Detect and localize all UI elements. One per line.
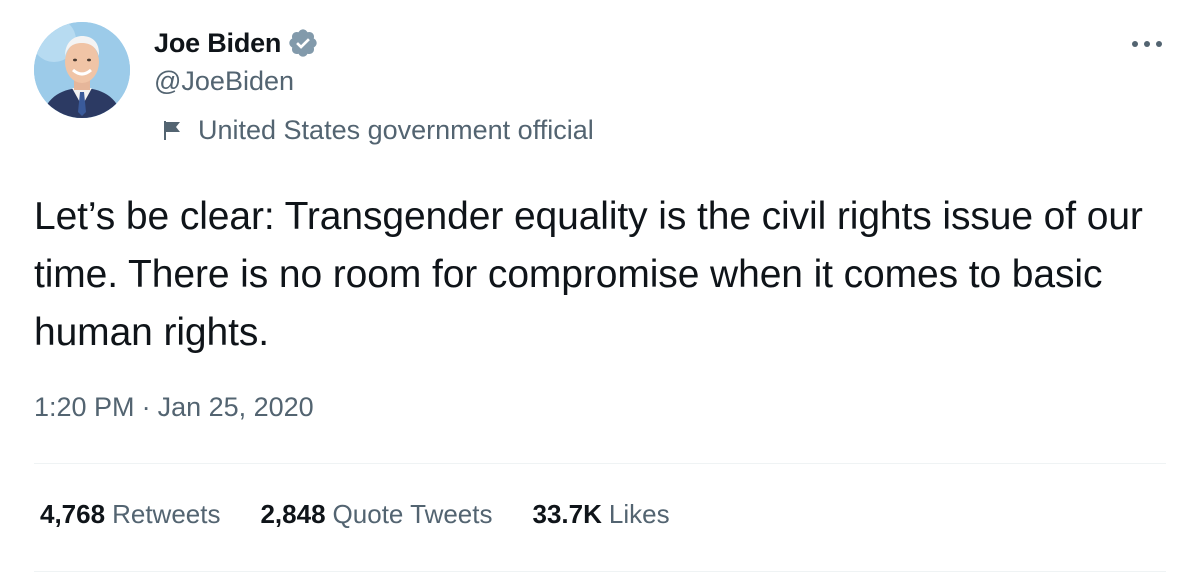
affiliation-label-text: United States government official — [198, 114, 594, 145]
tweet-time[interactable]: 1:20 PM — [34, 392, 135, 423]
tweet-date[interactable]: Jan 25, 2020 — [158, 392, 314, 423]
more-options-button[interactable] — [1122, 26, 1172, 62]
avatar[interactable] — [34, 22, 130, 118]
tweet-text: Let’s be clear: Transgender equality is … — [34, 195, 1143, 354]
divider-top — [34, 463, 1166, 464]
affiliation-label[interactable]: United States government official — [160, 114, 594, 146]
retweets-stat[interactable]: 4,768 Retweets — [40, 499, 220, 530]
retweets-count: 4,768 — [40, 499, 106, 529]
author-handle[interactable]: @JoeBiden — [154, 66, 294, 97]
more-horizontal-icon — [1132, 41, 1162, 47]
likes-count: 33.7K — [532, 499, 602, 529]
flag-icon — [160, 118, 184, 142]
engagement-stats: 4,768 Retweets 2,848 Quote Tweets 33.7K … — [40, 499, 710, 530]
tweet-card: Joe Biden @JoeBiden United States govern… — [0, 0, 1202, 578]
likes-stat[interactable]: 33.7K Likes — [533, 499, 670, 530]
quote-tweets-count: 2,848 — [260, 499, 326, 529]
quote-tweets-label: Quote Tweets — [332, 499, 493, 529]
retweets-label: Retweets — [112, 499, 221, 529]
quote-tweets-stat[interactable]: 2,848 Quote Tweets — [260, 499, 492, 530]
author-display-name[interactable]: Joe Biden — [154, 28, 281, 59]
likes-label: Likes — [608, 499, 670, 529]
verified-badge-icon[interactable] — [287, 27, 319, 59]
tweet-timestamp[interactable]: 1:20 PM · Jan 25, 2020 — [34, 392, 314, 423]
timestamp-separator: · — [141, 392, 151, 422]
divider-bottom — [34, 571, 1166, 572]
author-name-row: Joe Biden — [154, 24, 319, 62]
